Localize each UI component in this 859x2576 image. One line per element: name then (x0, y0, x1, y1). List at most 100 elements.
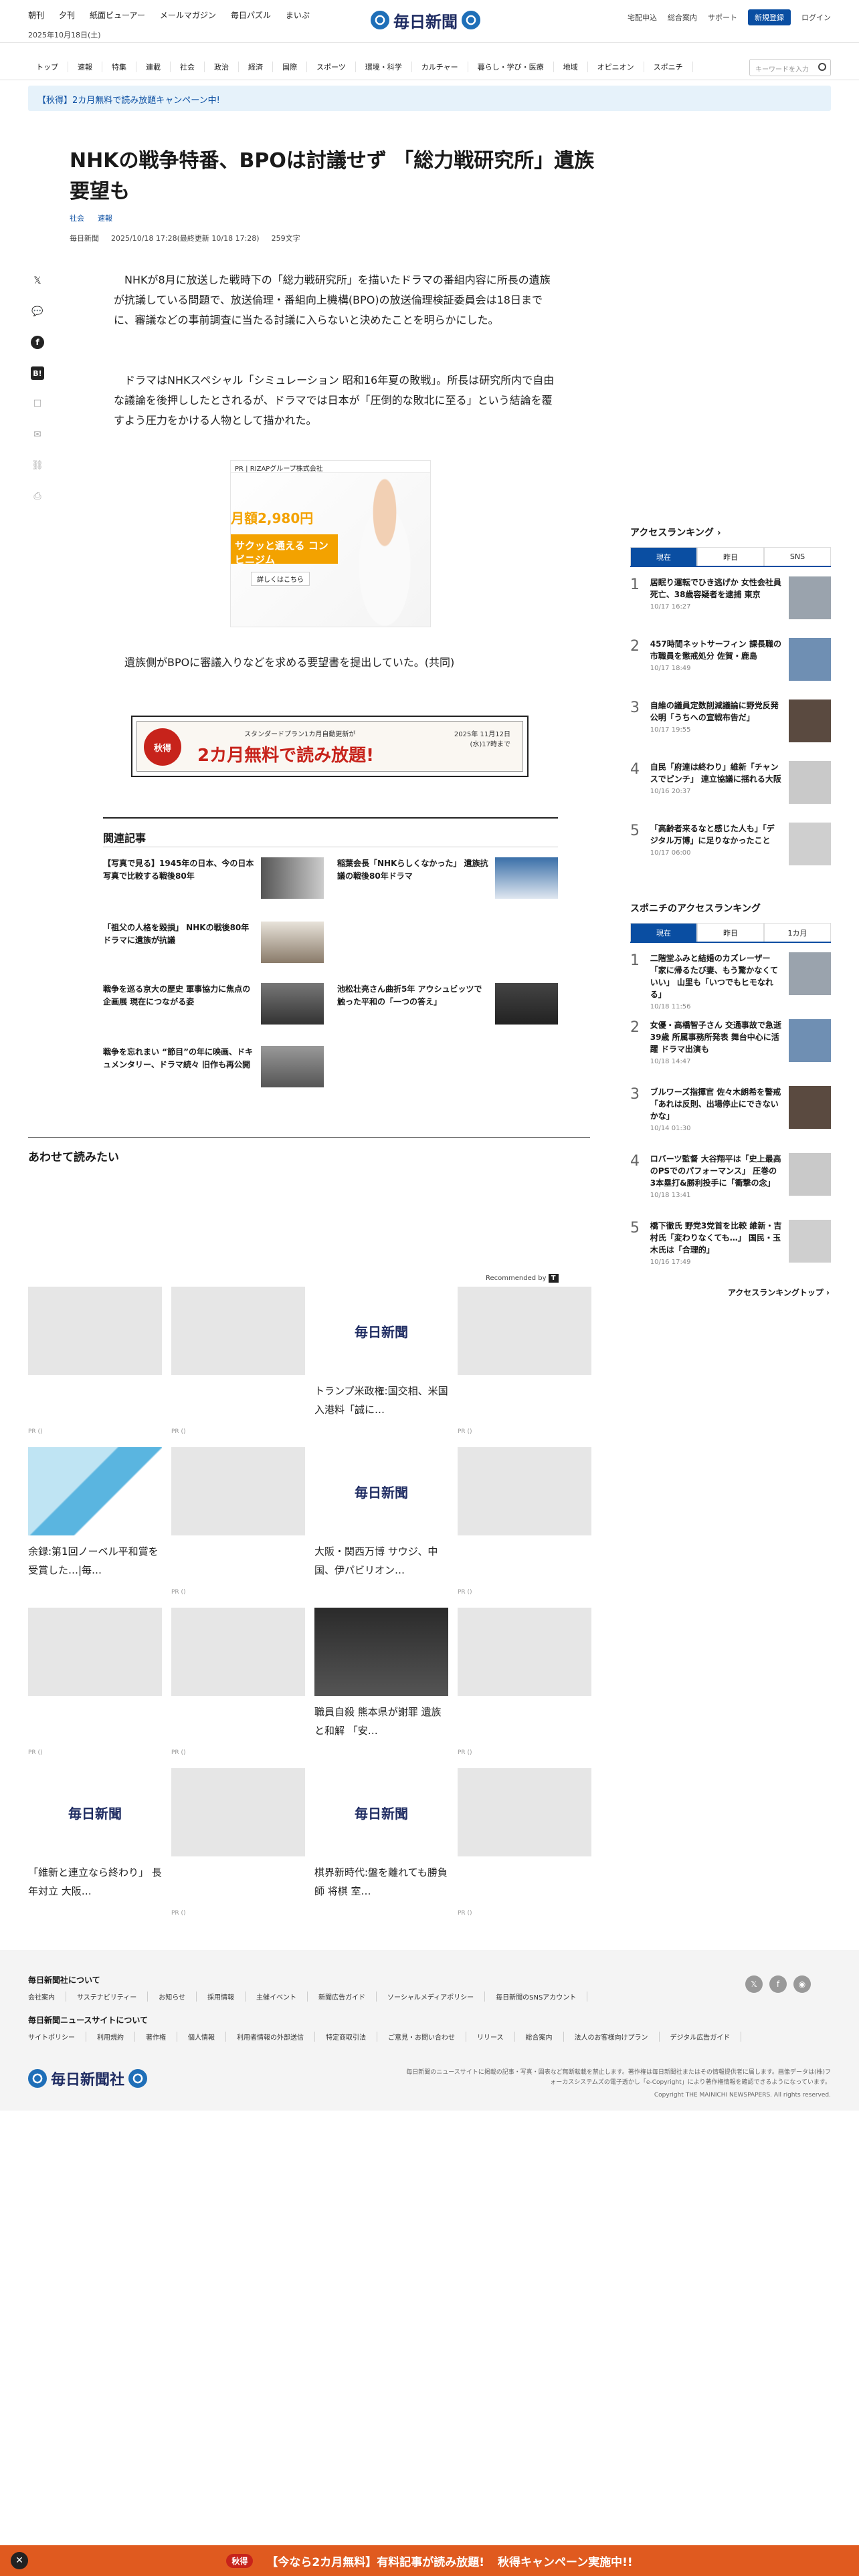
x-icon[interactable]: 𝕏 (31, 274, 44, 288)
tag-breaking[interactable]: 速報 (98, 213, 112, 223)
tab-sns[interactable]: SNS (764, 547, 831, 566)
footer-link[interactable]: 会社案内 (28, 1992, 66, 2002)
footer-link[interactable]: 利用者情報の外部送信 (226, 2032, 315, 2042)
recommend-card[interactable]: PR () (171, 1608, 305, 1756)
recommend-card[interactable]: 職員自殺 熊本県が謝罪 遺族と和解 「安… (314, 1608, 448, 1749)
footer-link[interactable]: ソーシャルメディアポリシー (377, 1992, 486, 2002)
top-link-mail[interactable]: メールマガジン (160, 9, 216, 21)
recommend-card[interactable]: 毎日新聞 大阪・関西万博 サウジ、中国、伊パビリオン… (314, 1447, 448, 1589)
top-link-morning[interactable]: 朝刊 (28, 9, 44, 21)
recommend-card[interactable]: PR () (458, 1287, 591, 1435)
tag-society[interactable]: 社会 (70, 213, 84, 223)
campaign-banner[interactable]: 【秋得】2カ月無料で読み放題キャンペーン中! (28, 86, 831, 111)
link-info[interactable]: 総合案内 (668, 12, 697, 23)
search-input[interactable]: キーワードを入力 (749, 59, 831, 76)
footer-link[interactable]: お知らせ (148, 1992, 197, 2002)
ranking-more-link[interactable]: アクセスランキングトップ › (728, 1287, 830, 1298)
related-item[interactable]: 「祖父の人格を毀損」 NHKの戦後80年ドラマに遺族が抗議 (103, 922, 324, 963)
nav-item[interactable]: 経済 (239, 62, 273, 72)
footer-link[interactable]: 個人情報 (177, 2032, 226, 2042)
nav-item[interactable]: 速報 (68, 62, 102, 72)
nav-item[interactable]: 環境・科学 (356, 62, 412, 72)
ranking-item[interactable]: 4 ロバーツ監督 大谷翔平は「史上最高のPSでのパフォーマンス」 圧巻の3本塁打&… (630, 1153, 831, 1199)
tab-now[interactable]: 現在 (630, 923, 697, 942)
recommend-card[interactable]: PR () (171, 1287, 305, 1435)
recommend-card[interactable]: PR () (28, 1608, 162, 1756)
related-item[interactable]: 【写真で見る】1945年の日本、今の日本 写真で比較する戦後80年 (103, 857, 324, 899)
ranking-item[interactable]: 5 橋下徹氏 野党3党首を比較 維新・吉村氏「変わりなくても…」 国民・玉木氏は「… (630, 1220, 831, 1266)
related-item[interactable]: 戦争を忘れまい “節目”の年に映画、ドキュメンタリー、ドラマ続々 旧作も再公開 (103, 1046, 324, 1087)
recommend-card[interactable]: 余録:第1回ノーベル平和賞を受賞した…|毎… (28, 1447, 162, 1589)
site-logo[interactable]: 毎日新聞 (371, 8, 491, 32)
ranking-item[interactable]: 5 「高齢者来るなと感じた人も」「デジタル万博」に足りなかったこと 10/17 06… (630, 823, 831, 865)
ranking-item[interactable]: 3 自維の議員定数削減議論に野党反発 公明「うちへの宣戦布告だ」 10/17 19:… (630, 700, 831, 742)
nav-item[interactable]: 国際 (273, 62, 307, 72)
footer-link[interactable]: リリース (466, 2032, 515, 2042)
register-button[interactable]: 新規登録 (748, 9, 791, 25)
top-link-maipu[interactable]: まいぷ (286, 9, 310, 21)
tab-yesterday[interactable]: 昨日 (697, 923, 764, 942)
nav-item[interactable]: スポニチ (644, 62, 693, 72)
recommend-card[interactable]: 毎日新聞 「維新と連立なら終わり」 長年対立 大阪… (28, 1768, 162, 1910)
recommend-card[interactable]: PR () (28, 1287, 162, 1435)
search-icon[interactable] (818, 63, 826, 71)
ranking-item[interactable]: 2 457時間ネットサーフィン 課長職の市職員を懲戒処分 佐賀・鹿島 10/17 1… (630, 638, 831, 681)
link-icon[interactable]: ⛓ (31, 459, 44, 472)
ranking-item[interactable]: 4 自民「府連は終わり」維新「チャンスでピンチ」 連立協議に揺れる大阪 10/16 … (630, 761, 831, 804)
footer-link[interactable]: 毎日新聞のSNSアカウント (485, 1992, 588, 2002)
facebook-icon[interactable]: f (31, 336, 44, 349)
ranking-item[interactable]: 1 二階堂ふみと結婚のカズレーザー「家に帰るたび妻、もう驚かなくていい」 山里も「… (630, 952, 831, 1010)
nav-item[interactable]: トップ (27, 62, 68, 72)
bookmark-icon[interactable]: ☐ (31, 397, 44, 411)
recommend-card[interactable]: PR () (458, 1768, 591, 1917)
comment-icon[interactable]: 💬 (31, 305, 44, 318)
rss-icon[interactable]: ◉ (793, 1975, 811, 1993)
nav-item[interactable]: 特集 (102, 62, 136, 72)
recommend-card[interactable]: PR () (171, 1447, 305, 1596)
related-item[interactable]: 池松壮亮さん曲折5年 アウシュビッツで触った平和の「一つの答え」 (337, 983, 558, 1025)
ad-cta[interactable]: 詳しくはこちら (251, 572, 310, 586)
ranking-heading[interactable]: アクセスランキング › (630, 526, 721, 539)
related-item[interactable]: 戦争を巡る京大の歴史 軍事協力に焦点の企画展 現在につながる姿 (103, 983, 324, 1025)
recommend-card[interactable]: 毎日新聞 棋界新時代:盤を離れても勝負師 将棋 室… (314, 1768, 448, 1910)
footer-link[interactable]: 利用規約 (86, 2032, 135, 2042)
footer-link[interactable]: 採用情報 (197, 1992, 246, 2002)
footer-link[interactable]: 特定商取引法 (315, 2032, 377, 2042)
related-item[interactable]: 稲葉会長「NHKらしくなかった」 遺族抗議の戦後80年ドラマ (337, 857, 558, 899)
mail-icon[interactable]: ✉ (31, 428, 44, 441)
print-icon[interactable]: ⎙ (31, 490, 44, 503)
footer-logo[interactable]: 毎日新聞社 (28, 2068, 148, 2089)
sponichi-heading[interactable]: スポニチのアクセスランキング (630, 901, 761, 915)
recommend-card[interactable]: 毎日新聞 トランプ米政権:国交相、米国入港料「誠に… (314, 1287, 448, 1428)
top-link-evening[interactable]: 夕刊 (59, 9, 75, 21)
footer-link[interactable]: 主催イベント (246, 1992, 308, 2002)
footer-link[interactable]: 著作権 (135, 2032, 177, 2042)
nav-item[interactable]: 社会 (171, 62, 205, 72)
nav-item[interactable]: 地域 (554, 62, 588, 72)
nav-item[interactable]: スポーツ (307, 62, 356, 72)
footer-link[interactable]: サイトポリシー (28, 2032, 86, 2042)
footer-link[interactable]: 法人のお客様向けプラン (564, 2032, 660, 2042)
ad-rizap[interactable]: PR | RIZAPグループ株式会社 月額2,980円 サクッと通える コンビニ… (230, 460, 431, 627)
footer-link[interactable]: ご意見・お問い合わせ (377, 2032, 466, 2042)
hatena-icon[interactable]: B! (31, 366, 44, 380)
bottom-campaign-bar[interactable]: ✕ 秋得 【今なら2カ月無料】有料記事が読み放題! 秋得キャンペーン実施中!! (0, 2545, 859, 2576)
nav-item[interactable]: 政治 (205, 62, 239, 72)
top-link-puzzle[interactable]: 毎日パズル (231, 9, 271, 21)
nav-item[interactable]: オピニオン (588, 62, 644, 72)
login-button[interactable]: ログイン (801, 12, 831, 23)
top-link-viewer[interactable]: 紙面ビューアー (90, 9, 145, 21)
link-delivery[interactable]: 宅配申込 (628, 12, 657, 23)
link-support[interactable]: サポート (708, 12, 737, 23)
ranking-item[interactable]: 3 ブルワーズ指揮官 佐々木朗希を警戒「あれは反則、出場停止にできないかな」 10/… (630, 1086, 831, 1132)
facebook-icon[interactable]: f (769, 1975, 787, 1993)
tab-now[interactable]: 現在 (630, 547, 697, 566)
tab-yesterday[interactable]: 昨日 (697, 547, 764, 566)
footer-link[interactable]: サステナビリティー (66, 1992, 149, 2002)
ranking-item[interactable]: 2 女優・高橋智子さん 交通事故で急逝 39歳 所属事務所発表 舞台中心に活躍 ド… (630, 1019, 831, 1065)
recommend-card[interactable]: PR () (458, 1447, 591, 1596)
x-icon[interactable]: 𝕏 (745, 1975, 763, 1993)
recommend-card[interactable]: PR () (458, 1608, 591, 1756)
nav-item[interactable]: 連載 (136, 62, 171, 72)
footer-link[interactable]: 新聞広告ガイド (308, 1992, 377, 2002)
